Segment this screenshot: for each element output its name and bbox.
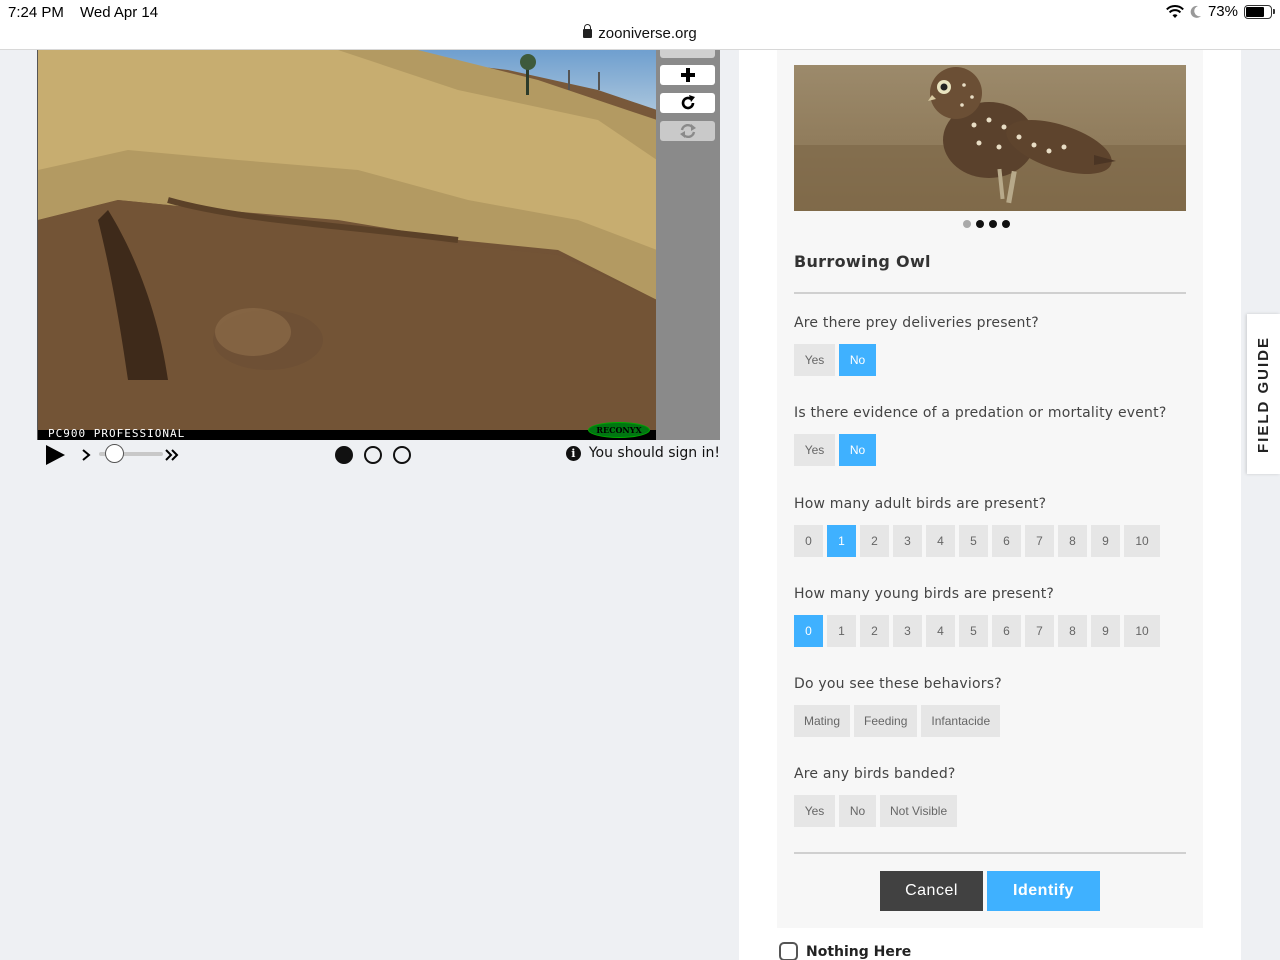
photo-caption: PC900 PROFESSIONAL — [48, 427, 186, 440]
frame-dot[interactable] — [393, 446, 411, 464]
address-bar[interactable]: zooniverse.org — [0, 24, 1280, 42]
sign-in-text: You should sign in! — [588, 445, 720, 461]
answer-not-visible[interactable]: Not Visible — [880, 795, 958, 827]
species-title: Burrowing Owl — [794, 252, 931, 271]
answers-adult-birds: 0 1 2 3 4 5 6 7 8 9 10 — [794, 525, 1160, 557]
count-option[interactable]: 4 — [926, 615, 955, 647]
reset-button[interactable] — [660, 121, 715, 141]
answer-yes[interactable]: Yes — [794, 344, 835, 376]
status-time: 7:24 PM — [8, 4, 64, 21]
answers-prey-deliveries: Yes No — [794, 344, 876, 376]
answers-predation-event: Yes No — [794, 434, 876, 466]
status-date: Wed Apr 14 — [80, 4, 159, 21]
count-option[interactable]: 4 — [926, 525, 955, 557]
answers-young-birds: 0 1 2 3 4 5 6 7 8 9 10 — [794, 615, 1160, 647]
example-carousel-dots — [963, 220, 1010, 228]
field-guide-tab[interactable]: FIELD GUIDE — [1247, 314, 1280, 474]
wifi-icon — [1166, 4, 1184, 18]
question-prey-deliveries: Are there prey deliveries present? — [794, 315, 1039, 331]
nothing-here-checkbox[interactable] — [779, 942, 798, 960]
field-guide-label: FIELD GUIDE — [1255, 335, 1273, 453]
count-option[interactable]: 9 — [1091, 525, 1120, 557]
answers-banded: Yes No Not Visible — [794, 795, 958, 827]
double-chevron-right-icon[interactable] — [165, 448, 179, 462]
slider-handle[interactable] — [105, 444, 124, 463]
answer-no[interactable]: No — [839, 795, 876, 827]
frame-dot[interactable] — [364, 446, 382, 464]
viewer-controls: i You should sign in! — [37, 440, 720, 470]
viewer-toolbar — [656, 50, 720, 440]
chevron-right-icon[interactable] — [81, 448, 91, 462]
status-indicators: 73% — [1166, 3, 1275, 20]
question-young-birds: How many young birds are present? — [794, 586, 1055, 602]
count-option[interactable]: 3 — [893, 525, 922, 557]
camera-trap-photo[interactable]: PC900 PROFESSIONAL RECONYX — [37, 50, 656, 440]
count-option[interactable]: 10 — [1124, 615, 1160, 647]
play-icon[interactable] — [44, 444, 66, 466]
answer-no[interactable]: No — [839, 434, 876, 466]
divider — [794, 852, 1186, 854]
frame-selector — [335, 446, 411, 464]
count-option[interactable]: 7 — [1025, 615, 1054, 647]
question-behaviors: Do you see these behaviors? — [794, 676, 1002, 692]
moon-icon — [1190, 5, 1201, 18]
carousel-dot[interactable] — [963, 220, 971, 228]
nothing-here-option[interactable]: Nothing Here — [779, 942, 911, 960]
frame-dot[interactable] — [335, 446, 353, 464]
rotate-button[interactable] — [660, 93, 715, 113]
reset-icon — [679, 123, 696, 139]
behavior-mating[interactable]: Mating — [794, 705, 851, 737]
carousel-dot[interactable] — [976, 220, 984, 228]
identify-button[interactable]: Identify — [987, 871, 1100, 911]
count-option[interactable]: 3 — [893, 615, 922, 647]
question-adult-birds: How many adult birds are present? — [794, 496, 1047, 512]
count-option[interactable]: 2 — [860, 525, 889, 557]
question-predation-event: Is there evidence of a predation or mort… — [794, 405, 1167, 421]
info-icon: i — [565, 445, 581, 461]
species-example-photo — [794, 65, 1186, 211]
battery-fill — [1246, 6, 1264, 17]
count-option[interactable]: 10 — [1124, 525, 1160, 557]
carousel-dot[interactable] — [1002, 220, 1010, 228]
sign-in-notice: i You should sign in! — [565, 445, 720, 461]
behavior-infantacide[interactable]: Infantacide — [921, 705, 1001, 737]
battery-icon — [1244, 4, 1275, 19]
count-option[interactable]: 8 — [1058, 525, 1087, 557]
answer-yes[interactable]: Yes — [794, 434, 835, 466]
camera-trap-image — [38, 50, 656, 440]
zoom-in-button[interactable] — [660, 65, 715, 85]
lock-icon — [583, 24, 593, 38]
count-option[interactable]: 7 — [1025, 525, 1054, 557]
plus-icon — [680, 68, 695, 82]
count-option[interactable]: 0 — [794, 615, 823, 647]
subject-viewer: PC900 PROFESSIONAL RECONYX — [37, 50, 720, 440]
count-option[interactable]: 6 — [992, 615, 1021, 647]
divider — [794, 292, 1186, 294]
rotate-icon — [681, 95, 695, 110]
reconyx-logo: RECONYX — [588, 422, 650, 438]
count-option[interactable]: 0 — [794, 525, 823, 557]
count-option[interactable]: 5 — [959, 615, 988, 647]
nothing-here-label: Nothing Here — [806, 943, 912, 960]
question-banded: Are any birds banded? — [794, 766, 956, 782]
count-option[interactable]: 1 — [827, 615, 856, 647]
address-url: zooniverse.org — [598, 25, 697, 42]
behavior-feeding[interactable]: Feeding — [854, 705, 918, 737]
battery-percent: 73% — [1207, 3, 1238, 20]
cancel-button[interactable]: Cancel — [880, 871, 983, 911]
count-option[interactable]: 1 — [827, 525, 856, 557]
status-bar: 7:24 PM Wed Apr 14 zooniverse.org 73% — [0, 0, 1280, 50]
count-option[interactable]: 2 — [860, 615, 889, 647]
toolbar-stub — [660, 50, 715, 58]
answer-no[interactable]: No — [839, 344, 876, 376]
count-option[interactable]: 5 — [959, 525, 988, 557]
count-option[interactable]: 6 — [992, 525, 1021, 557]
count-option[interactable]: 8 — [1058, 615, 1087, 647]
burrowing-owl-image — [794, 65, 1186, 211]
answer-yes[interactable]: Yes — [794, 795, 835, 827]
carousel-dot[interactable] — [989, 220, 997, 228]
answers-behaviors: Mating Feeding Infantacide — [794, 705, 1001, 737]
count-option[interactable]: 9 — [1091, 615, 1120, 647]
